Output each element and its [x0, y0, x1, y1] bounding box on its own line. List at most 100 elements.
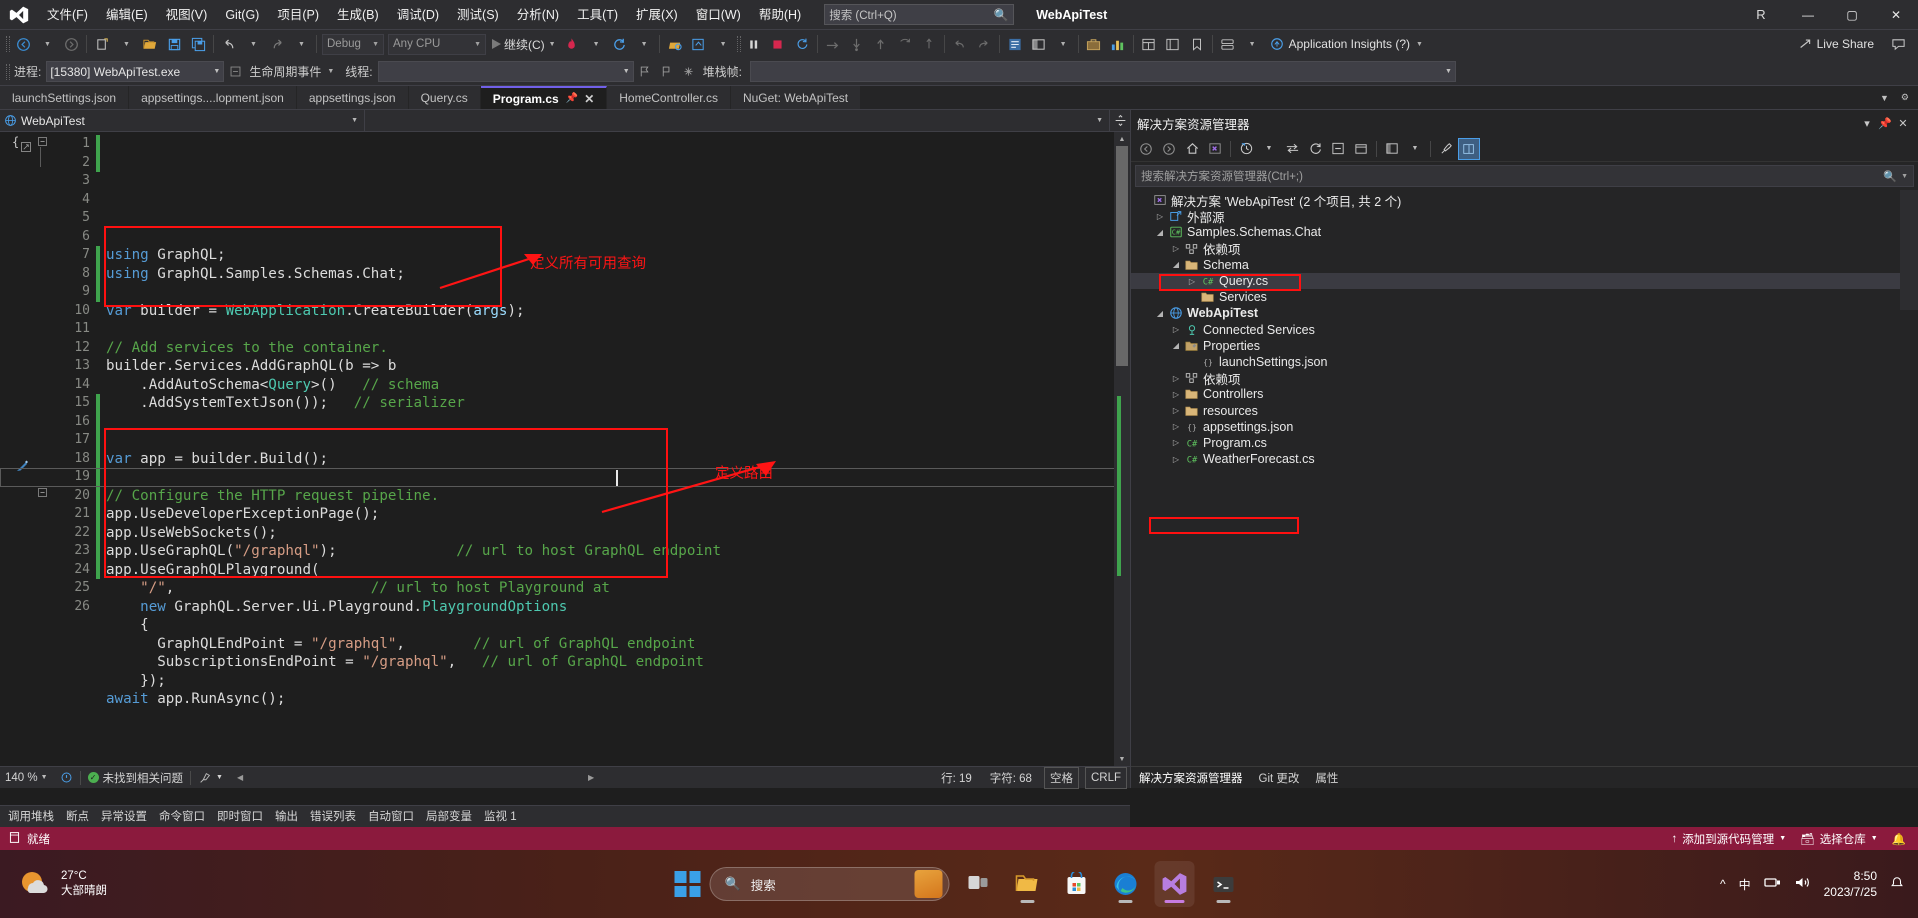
bookmark-icon[interactable] — [1185, 32, 1209, 56]
tree-item[interactable]: 解决方案 'WebApiTest' (2 个项目, 共 2 个) — [1131, 192, 1918, 209]
toolbar-grip-2[interactable] — [735, 35, 742, 53]
code-line[interactable]: app.UseGraphQL("/graphql"); // url to ho… — [96, 542, 1130, 561]
find-in-files-icon[interactable] — [1003, 32, 1027, 56]
chevron-right-icon[interactable]: ▷ — [1169, 244, 1183, 253]
step-over-icon[interactable] — [821, 32, 845, 56]
terminal-button[interactable] — [1204, 861, 1244, 907]
tree-item[interactable]: ▷ resources — [1131, 402, 1918, 418]
code-line[interactable]: builder.Services.AddGraphQL(b => b — [96, 357, 1130, 376]
select-repository-button[interactable]: 🗃 选择仓库 ▼ — [1800, 831, 1878, 847]
chevron-right-icon[interactable]: ▷ — [1169, 374, 1183, 383]
save-all-icon[interactable] — [186, 32, 210, 56]
menu-extensions[interactable]: 扩展(X) — [627, 0, 687, 30]
code-line[interactable]: .AddSystemTextJson()); // serializer — [96, 394, 1130, 413]
scroll-left-icon[interactable]: ◀ — [230, 767, 250, 789]
code-line[interactable]: new GraphQL.Server.Ui.Playground.Playgro… — [96, 598, 1130, 617]
add-to-source-control-button[interactable]: ↑ 添加到源代码管理 ▼ — [1671, 831, 1786, 847]
solution-view-icon[interactable] — [1204, 138, 1226, 160]
tab-launchsettings-json[interactable]: launchSettings.json — [0, 86, 130, 109]
redo-nav-icon[interactable] — [972, 32, 996, 56]
debug-target-icon[interactable] — [687, 32, 711, 56]
edit-and-continue-icon[interactable] — [14, 458, 30, 479]
code-line[interactable] — [96, 431, 1130, 450]
flag-alt-icon[interactable] — [656, 61, 678, 83]
collapse-all-icon[interactable] — [20, 140, 32, 158]
right-tool-window-strip[interactable] — [1900, 190, 1918, 310]
code-line[interactable] — [96, 413, 1130, 432]
redo-dropdown[interactable]: ▼ — [289, 32, 313, 56]
lifecycle-events-icon[interactable] — [224, 61, 246, 83]
view-selector-dropdown[interactable]: ▼ — [1404, 138, 1426, 160]
ime-indicator[interactable]: 中 — [1739, 876, 1751, 893]
properties-icon[interactable] — [1435, 138, 1457, 160]
scroll-up-icon[interactable]: ▲ — [1114, 132, 1130, 146]
tree-item[interactable]: ▷ C# WeatherForecast.cs — [1131, 451, 1918, 467]
code-line[interactable]: var builder = WebApplication.CreateBuild… — [96, 302, 1130, 321]
debugbar-grip[interactable] — [4, 63, 11, 81]
process-combo[interactable]: [15380] WebApiTest.exe ▼ — [46, 61, 225, 82]
bottom-tab-autos[interactable]: 自动窗口 — [362, 806, 420, 828]
navigate-back-icon[interactable] — [11, 32, 35, 56]
footer-tab-properties[interactable]: 属性 — [1307, 770, 1346, 786]
hot-reload-icon[interactable] — [560, 32, 584, 56]
tree-item[interactable]: ▷ C# Program.cs — [1131, 435, 1918, 451]
code-line[interactable]: // Configure the HTTP request pipeline. — [96, 487, 1130, 506]
code-cleanup-button[interactable]: ▼ — [191, 767, 230, 789]
step-into-icon[interactable] — [845, 32, 869, 56]
visual-studio-taskbar-button[interactable] — [1154, 861, 1195, 907]
pending-changes-dropdown[interactable]: ▼ — [1258, 138, 1280, 160]
step-out-icon[interactable] — [869, 32, 893, 56]
menu-debug[interactable]: 调试(D) — [388, 0, 448, 30]
tab-appsettings-development-json[interactable]: appsettings....lopment.json — [129, 86, 297, 109]
step-out-arrow-icon[interactable] — [893, 32, 917, 56]
bottom-tab-watch-1[interactable]: 监视 1 — [478, 806, 523, 828]
save-icon[interactable] — [162, 32, 186, 56]
debug-target-dropdown[interactable]: ▼ — [711, 32, 735, 56]
show-all-files-icon[interactable] — [1350, 138, 1372, 160]
line-ending-mode[interactable]: CRLF — [1084, 766, 1127, 789]
dropdown-icon[interactable]: ▾ — [1858, 117, 1876, 130]
restart-dropdown[interactable]: ▼ — [632, 32, 656, 56]
close-icon[interactable]: ✕ — [584, 92, 594, 106]
tab-settings-gear-icon[interactable]: ⚙ — [1896, 92, 1914, 103]
notification-center-icon[interactable] — [1890, 876, 1904, 893]
chevron-right-icon[interactable]: ▷ — [1185, 277, 1199, 286]
menu-analyze[interactable]: 分析(N) — [508, 0, 568, 30]
code-line[interactable]: "/", // url to host Playground at — [96, 579, 1130, 598]
tab-appsettings-json[interactable]: appsettings.json — [296, 86, 409, 109]
tree-item[interactable]: Services — [1131, 289, 1918, 305]
sync-with-active-document-icon[interactable] — [1281, 138, 1303, 160]
tree-item[interactable]: ▷ 依赖项 — [1131, 370, 1918, 387]
chevron-right-icon[interactable]: ▷ — [1169, 422, 1183, 431]
code-line[interactable]: app.UseWebSockets(); — [96, 524, 1130, 543]
window-layout-icon[interactable] — [1027, 32, 1051, 56]
flag-icon[interactable] — [634, 61, 656, 83]
stack-frame-combo[interactable]: ▼ — [749, 61, 1456, 82]
menu-edit[interactable]: 编辑(E) — [97, 0, 157, 30]
tab-list-dropdown-icon[interactable]: ▼ — [1875, 93, 1894, 103]
menu-view[interactable]: 视图(V) — [157, 0, 217, 30]
code-line[interactable]: await app.RunAsync(); — [96, 690, 1130, 709]
open-file-icon[interactable] — [138, 32, 162, 56]
undo-dropdown[interactable]: ▼ — [241, 32, 265, 56]
pin-icon[interactable]: 📌 — [566, 93, 578, 104]
window-layout-dropdown[interactable]: ▼ — [1051, 32, 1075, 56]
bottom-tab-locals[interactable]: 局部变量 — [420, 806, 478, 828]
weather-widget[interactable]: 27°C 大部晴朗 — [0, 867, 107, 901]
tree-item[interactable]: ▷ {} appsettings.json — [1131, 419, 1918, 435]
notifications-icon[interactable]: 🔔 — [1892, 832, 1906, 846]
code-line[interactable]: { — [96, 616, 1130, 635]
chevron-right-icon[interactable]: ▷ — [1169, 455, 1183, 464]
step-up-icon[interactable] — [917, 32, 941, 56]
maximize-button[interactable]: ▢ — [1830, 0, 1874, 30]
tree-item[interactable]: ◢ WebApiTest — [1131, 305, 1918, 321]
menu-file[interactable]: 文件(F) — [38, 0, 97, 30]
chevron-down-icon[interactable]: ◢ — [1169, 341, 1183, 350]
pin-icon[interactable]: 📌 — [1876, 117, 1894, 130]
new-project-dropdown[interactable]: ▼ — [114, 32, 138, 56]
solution-tree[interactable]: 解决方案 'WebApiTest' (2 个项目, 共 2 个) ▷ 外部源 ◢ C# S… — [1131, 190, 1918, 766]
split-view-icon[interactable] — [1110, 110, 1130, 131]
application-insights-button[interactable]: Application Insights (?) ▼ — [1264, 37, 1429, 51]
fold-toggle-icon[interactable]: − — [38, 137, 47, 146]
code-line[interactable]: }); — [96, 672, 1130, 691]
